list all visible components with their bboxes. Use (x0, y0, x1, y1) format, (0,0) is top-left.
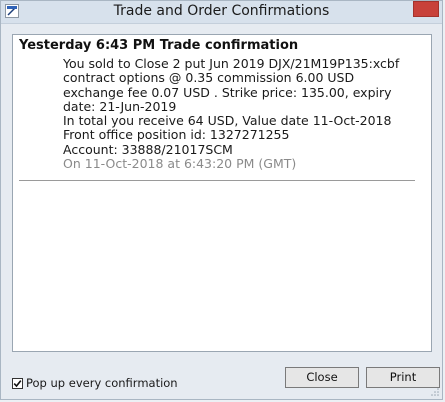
confirmation-body: You sold to Close 2 put Jun 2019 DJX/21M… (63, 56, 413, 172)
confirmation-line: In total you receive 64 USD, Value date … (63, 113, 392, 129)
close-button[interactable]: Close (285, 367, 359, 388)
title-bar[interactable]: Trade and Order Confirmations (1, 1, 442, 24)
footer-bar: Pop up every confirmation Close Print (1, 359, 442, 399)
window-close-button[interactable] (413, 1, 439, 17)
resize-grip-icon[interactable] (431, 388, 439, 396)
confirmation-line: contract options @ 0.35 commission 6.00 … (63, 70, 355, 86)
popup-checkbox[interactable] (12, 377, 23, 389)
message-separator (19, 180, 415, 181)
checkmark-icon (13, 379, 22, 387)
confirmation-line: Front office position id: 1327271255 (63, 127, 290, 143)
popup-checkbox-label: Pop up every confirmation (26, 376, 178, 390)
confirmation-list[interactable]: Yesterday 6:43 PM Trade confirmation You… (12, 34, 432, 352)
confirmation-line: You sold to Close 2 put Jun 2019 DJX/21M… (63, 56, 400, 71)
confirmation-heading: Yesterday 6:43 PM Trade confirmation (19, 38, 299, 53)
confirmations-window: Trade and Order Confirmations Yesterday … (0, 0, 443, 400)
print-button[interactable]: Print (366, 367, 440, 388)
confirmation-line: Account: 33888/21017SCM (63, 141, 233, 157)
popup-checkbox-row[interactable]: Pop up every confirmation (12, 376, 178, 390)
confirmation-line: exchange fee 0.07 USD . Strike price: 13… (63, 84, 392, 114)
window-title: Trade and Order Confirmations (113, 3, 330, 19)
confirmation-timestamp: On 11-Oct-2018 at 6:43:20 PM (GMT) (63, 156, 297, 172)
